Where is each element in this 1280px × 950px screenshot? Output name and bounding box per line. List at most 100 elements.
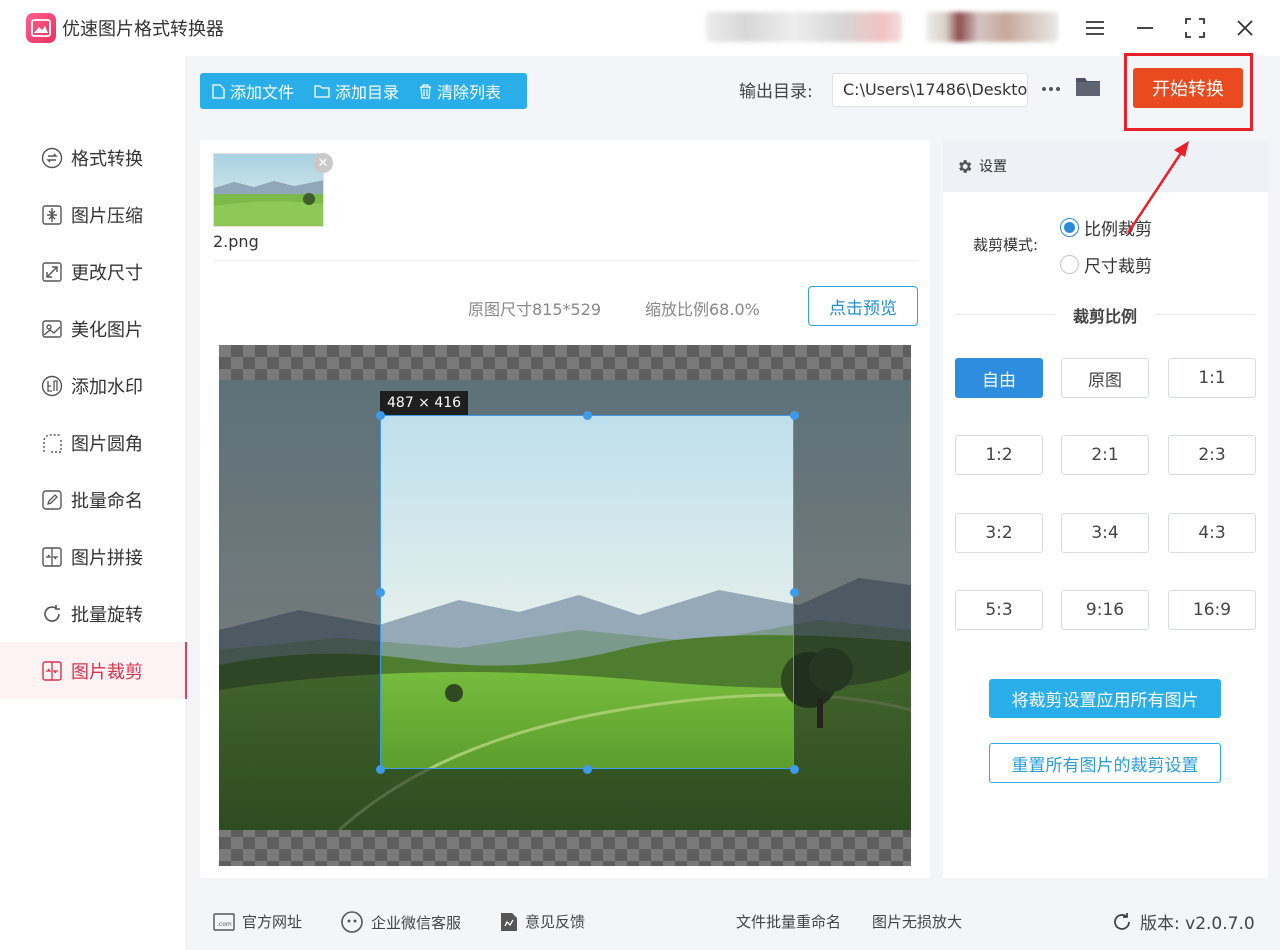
radio-button[interactable] (1060, 255, 1079, 274)
crop-handle-top[interactable] (583, 411, 592, 420)
divider (1155, 314, 1255, 315)
sidebar-item-rename[interactable]: 批量命名 (0, 471, 187, 528)
crop-handle-bottom-right[interactable] (790, 765, 799, 774)
ratio-original-button[interactable]: 原图 (1061, 358, 1149, 398)
settings-panel: 设置 裁剪模式: 比例裁剪 尺寸裁剪 裁剪比例 自由 原图 1:1 1:2 2:… (943, 140, 1268, 878)
radio-label: 尺寸裁剪 (1084, 257, 1152, 277)
ratio-5-3-button[interactable]: 5:3 (955, 590, 1043, 630)
wechat-icon (341, 911, 363, 933)
sidebar-item-label: 更改尺寸 (71, 262, 143, 284)
batch-rename-link[interactable]: 文件批量重命名 (736, 911, 841, 932)
apply-all-button[interactable]: 将裁剪设置应用所有图片 (989, 679, 1221, 718)
settings-title: 设置 (979, 159, 1007, 175)
folder-icon (314, 85, 330, 98)
ratio-16-9-button[interactable]: 16:9 (1168, 590, 1256, 630)
sidebar-item-crop[interactable]: 图片裁剪 (0, 642, 187, 699)
radio-ratio-crop[interactable]: 比例裁剪 (1060, 215, 1152, 240)
sidebar-item-splice[interactable]: 图片拼接 (0, 528, 187, 585)
sidebar-item-label: 批量旋转 (71, 604, 143, 626)
ratio-4-3-button[interactable]: 4:3 (1168, 513, 1256, 553)
file-thumbnail[interactable] (213, 153, 324, 227)
lossless-enlarge-label: 图片无损放大 (872, 913, 963, 931)
footer: .com 官方网址 企业微信客服 意见反馈 文件批量重命名 图片无损放大 版本:… (188, 893, 1280, 950)
crop-ratio-title: 裁剪比例 (1072, 307, 1137, 326)
ratio-free-button[interactable]: 自由 (955, 358, 1043, 398)
blurred-user-info (706, 12, 902, 42)
crop-handle-left[interactable] (376, 588, 385, 597)
feedback-link[interactable]: 意见反馈 (500, 911, 585, 932)
sidebar-item-label: 美化图片 (71, 319, 143, 341)
ratio-2-1-button[interactable]: 2:1 (1061, 435, 1149, 475)
wechat-service-label: 企业微信客服 (371, 913, 462, 932)
ratio-9-16-button[interactable]: 9:16 (1061, 590, 1149, 630)
wechat-service-link[interactable]: 企业微信客服 (340, 911, 461, 933)
ratio-1-2-button[interactable]: 1:2 (955, 435, 1043, 475)
format-convert-icon (40, 146, 64, 170)
crop-canvas[interactable]: 487 × 416 (219, 345, 911, 866)
sidebar-item-label: 添加水印 (71, 376, 143, 398)
menu-icon[interactable] (1077, 10, 1113, 46)
app-logo-icon (26, 13, 56, 43)
gear-icon (959, 159, 972, 173)
original-size-text: 原图尺寸815*529 (468, 300, 602, 319)
crop-mode-label: 裁剪模式: (973, 236, 1039, 254)
title-bar: 优速图片格式转换器 (0, 0, 1280, 56)
sidebar-item-resize[interactable]: 更改尺寸 (0, 243, 187, 300)
radio-button[interactable] (1060, 218, 1079, 237)
sidebar-item-compress[interactable]: 图片压缩 (0, 186, 187, 243)
official-website-link[interactable]: .com 官方网址 (213, 911, 302, 932)
settings-header: 设置 (943, 140, 1268, 192)
crop-selection-box[interactable] (380, 415, 794, 769)
crop-dimensions-label: 487 × 416 (380, 391, 469, 415)
add-folder-label: 添加目录 (335, 83, 400, 102)
ratio-3-4-button[interactable]: 3:4 (1061, 513, 1149, 553)
add-folder-button[interactable]: 添加目录 (314, 79, 399, 103)
maximize-icon[interactable] (1177, 10, 1213, 46)
ratio-1-1-button[interactable]: 1:1 (1168, 358, 1256, 398)
rename-icon (40, 488, 64, 512)
clear-list-button[interactable]: 清除列表 (419, 79, 501, 103)
preview-button[interactable]: 点击预览 (808, 286, 918, 326)
reset-all-button[interactable]: 重置所有图片的裁剪设置 (989, 743, 1221, 783)
start-convert-button[interactable]: 开始转换 (1133, 68, 1243, 108)
crop-handle-top-left[interactable] (376, 411, 385, 420)
sidebar-item-label: 图片拼接 (71, 547, 143, 569)
more-icon[interactable] (1039, 74, 1063, 104)
add-file-label: 添加文件 (230, 83, 295, 102)
svg-text:.com: .com (217, 921, 232, 928)
sidebar-item-format-convert[interactable]: 格式转换 (0, 129, 187, 186)
sidebar-item-watermark[interactable]: 添加水印 (0, 357, 187, 414)
remove-file-icon[interactable]: ✕ (313, 153, 333, 173)
sidebar-item-beautify[interactable]: 美化图片 (0, 300, 187, 357)
file-name: 2.png (213, 232, 259, 251)
sidebar-item-label: 批量命名 (71, 490, 143, 512)
watermark-icon (40, 374, 64, 398)
compress-icon (40, 203, 64, 227)
crop-handle-right[interactable] (790, 588, 799, 597)
open-folder-icon[interactable] (1075, 75, 1101, 101)
add-file-button[interactable]: 添加文件 (212, 79, 294, 103)
round-corner-icon (40, 431, 64, 455)
crop-handle-bottom-left[interactable] (376, 765, 385, 774)
sidebar-item-round-corner[interactable]: 图片圆角 (0, 414, 187, 471)
batch-rename-label: 文件批量重命名 (736, 913, 842, 931)
radio-size-crop[interactable]: 尺寸裁剪 (1060, 252, 1152, 277)
top-toolbar: 添加文件 添加目录 清除列表 输出目录: C:\Users\17486\Desk… (188, 56, 1280, 128)
sidebar-item-label: 格式转换 (71, 148, 143, 170)
lossless-enlarge-link[interactable]: 图片无损放大 (872, 911, 962, 932)
website-label: 官方网址 (242, 913, 303, 931)
output-dir-label: 输出目录: (739, 82, 813, 102)
ratio-2-3-button[interactable]: 2:3 (1168, 435, 1256, 475)
crop-handle-bottom[interactable] (583, 765, 592, 774)
close-icon[interactable] (1227, 10, 1263, 46)
splice-icon (40, 545, 64, 569)
sidebar-item-rotate[interactable]: 批量旋转 (0, 585, 187, 642)
version-info[interactable]: 版本: v2.0.7.0 (1112, 909, 1255, 934)
output-dir-field[interactable]: C:\Users\17486\Desktop (832, 73, 1028, 107)
minimize-icon[interactable] (1127, 10, 1163, 46)
ratio-3-2-button[interactable]: 3:2 (955, 513, 1043, 553)
file-actions-group: 添加文件 添加目录 清除列表 (200, 73, 527, 109)
crop-handle-top-right[interactable] (790, 411, 799, 420)
resize-icon (40, 260, 64, 284)
divider (213, 260, 918, 261)
